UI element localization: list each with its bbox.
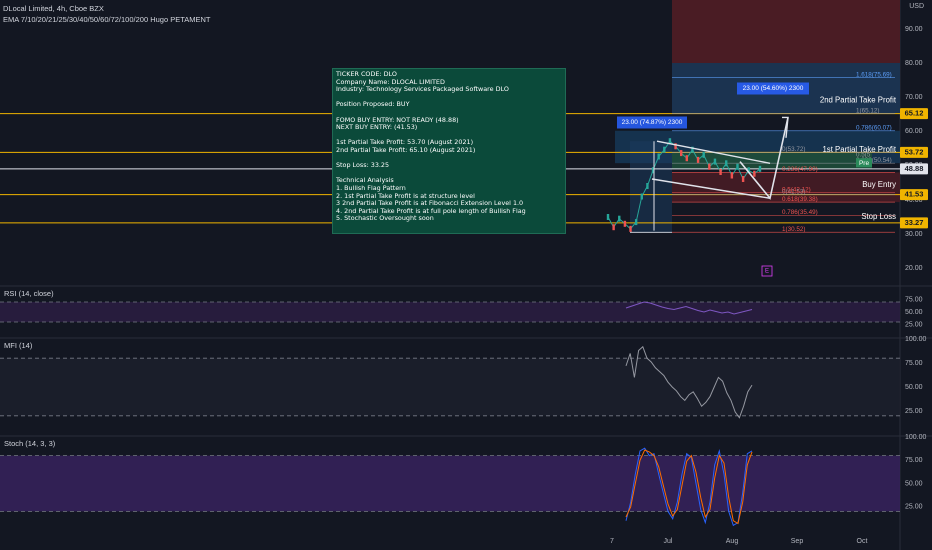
price-candle	[713, 158, 717, 165]
pattern-label: 0.5(5	[856, 151, 871, 158]
x-tick-label: Jul	[664, 538, 673, 545]
osc-y-tick-label: 50.00	[905, 309, 923, 316]
x-tick-label: Sep	[791, 538, 804, 545]
trade-note[interactable]: TICKER CODE: DLO Company Name: DLOCAL LIM…	[332, 68, 566, 234]
price-candle	[753, 170, 756, 177]
earnings-marker-label: E	[765, 269, 769, 275]
price-candle	[657, 153, 660, 160]
x-tick-label: Oct	[857, 538, 868, 545]
fib-level-label: 1(30.52)	[782, 226, 805, 233]
fib-level-label: 0.236(47.90)	[782, 166, 818, 173]
fib-level-label: 0.786(60.07)	[856, 124, 892, 131]
osc-y-tick-label: 75.00	[905, 457, 923, 464]
oscillator-title: RSI (14, close)	[4, 289, 54, 298]
price-candle	[736, 163, 739, 170]
price-candle	[708, 163, 711, 170]
note-line: NEXT BUY ENTRY: (41.53)	[336, 123, 418, 132]
note-line: Position Proposed: BUY	[336, 100, 410, 109]
osc-y-tick-label: 100.00	[905, 336, 927, 343]
measure-label: 23.00 (74.87%) 2300	[622, 119, 683, 126]
oscillator-title: Stoch (14, 3, 3)	[4, 439, 56, 448]
y-tick-label: 70.00	[905, 94, 923, 101]
price-candle	[618, 215, 621, 222]
osc-y-tick-label: 75.00	[905, 296, 923, 303]
fib-level-label: 0.618(39.38)	[782, 196, 818, 203]
price-candle	[730, 172, 734, 179]
price-tag-label: 53.72	[905, 147, 924, 156]
price-candle	[606, 214, 610, 220]
price-candle	[646, 183, 649, 189]
osc-y-tick-label: 50.00	[905, 480, 923, 487]
fib-zone-green	[672, 152, 872, 169]
symbol-title[interactable]: DLocal Limited, 4h, Cboe BZX	[3, 4, 104, 13]
fib-level-label: 0.5(42.12)	[782, 186, 811, 193]
level-text: Stop Loss	[861, 212, 896, 221]
price-candle	[719, 169, 722, 175]
note-line: Industry: Technology Services Packaged S…	[336, 85, 509, 94]
osc-y-tick-label: 75.00	[905, 360, 923, 367]
fib-level-label: 0.786(35.49)	[782, 209, 818, 216]
oscillator-band	[0, 455, 900, 512]
y-tick-label: 20.00	[905, 265, 923, 272]
x-tick-label: Aug	[726, 538, 739, 545]
price-candle	[741, 176, 745, 182]
indicator-legend[interactable]: EMA 7/10/20/21/25/30/40/50/60/72/100/200…	[3, 15, 211, 24]
osc-y-tick-label: 25.00	[905, 408, 923, 415]
fib-level-label: 1.618(75.69)	[856, 71, 892, 78]
price-candle	[629, 225, 632, 232]
price-candle	[696, 156, 700, 163]
price-candle	[612, 224, 615, 231]
note-line: 5. Stochastic Oversought soon	[336, 214, 434, 223]
price-candle	[623, 220, 627, 227]
osc-y-tick-label: 50.00	[905, 384, 923, 391]
oscillator-band	[0, 358, 900, 416]
x-tick-label: 7	[610, 538, 614, 545]
osc-y-tick-label: 25.00	[905, 321, 923, 328]
y-tick-label: 30.00	[905, 231, 923, 238]
price-candle	[685, 155, 689, 162]
price-candle	[663, 146, 666, 153]
price-candle	[679, 150, 683, 157]
fib-level-label: 1(65.12)	[856, 107, 879, 114]
price-tag-label: 65.12	[905, 109, 924, 118]
note-line: 2nd Partial Take Profit: 65.10 (August 2…	[336, 145, 476, 154]
y-tick-label: 60.00	[905, 128, 923, 135]
y-tick-label: 80.00	[905, 60, 923, 67]
level-text: 2nd Partial Take Profit	[820, 95, 897, 104]
risk-zone-upper	[672, 0, 900, 63]
oscillator-band	[0, 302, 900, 322]
level-text: Buy Entry	[862, 180, 896, 189]
pre-badge-label: Pre	[859, 160, 870, 167]
price-tag-label: 41.53	[905, 190, 924, 199]
oscillator-title: MFI (14)	[4, 341, 33, 350]
pole-zone	[630, 141, 672, 233]
osc-y-tick-label: 25.00	[905, 504, 923, 511]
price-candle	[702, 151, 705, 158]
price-candle	[725, 160, 728, 167]
currency-label[interactable]: USD	[909, 3, 924, 10]
price-candle	[634, 219, 638, 226]
measure-label: 23.00 (54.60%) 2300	[743, 85, 804, 92]
fib-level-label: 0(53.72)	[782, 146, 805, 153]
price-candle	[758, 165, 762, 172]
price-candle	[640, 193, 643, 200]
osc-y-tick-label: 100.00	[905, 434, 927, 441]
y-tick-label: 90.00	[905, 26, 923, 33]
price-tag-label: 33.27	[905, 218, 924, 227]
note-line: Stop Loss: 33.25	[336, 161, 390, 170]
price-tag-label: 48.88	[905, 164, 924, 173]
